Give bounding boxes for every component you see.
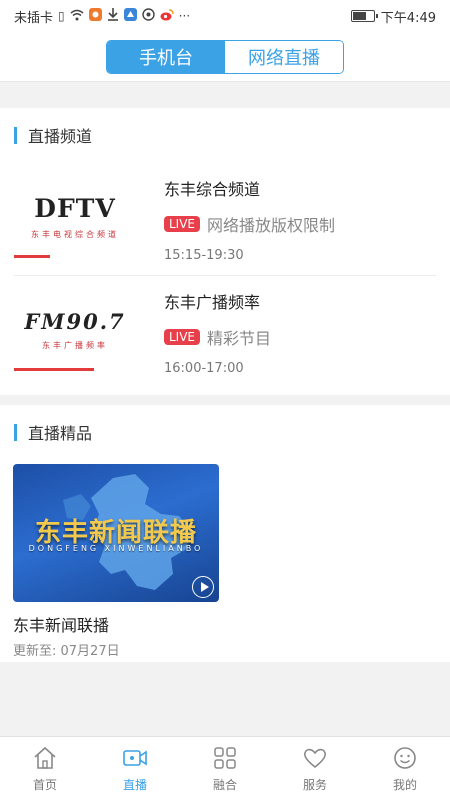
featured-thumbnail[interactable]: 东丰新闻联播 DONGFENG XINWENLIANBO	[13, 464, 219, 602]
channel-item[interactable]: FM90.7 东丰广播频率 东丰广播频率 LIVE 精彩节目 16:00-17:…	[14, 277, 436, 389]
logo-underline	[14, 255, 50, 258]
featured-name: 东丰新闻联播	[13, 616, 110, 635]
heart-icon	[303, 748, 327, 768]
carrier-text: 未插卡	[14, 10, 54, 26]
logo-text: FM90.7	[24, 309, 126, 334]
channel-time: 15:15-19:30	[164, 248, 244, 263]
bottom-tab-bar: 首页 直播 融合 服务 我的	[0, 736, 450, 800]
channel-time: 16:00-17:00	[164, 361, 244, 376]
segmented-control: 手机台 网络直播	[106, 39, 344, 74]
battery-fill	[352, 12, 366, 20]
tab-label: 服务	[302, 777, 327, 792]
live-channels-section: 直播频道 DFTV 东丰电视综合频道 东丰综合频道 LIVE 网络播放版权限制 …	[0, 108, 450, 395]
tab-label: 融合	[212, 777, 237, 792]
section-title-featured: 直播精品	[14, 420, 92, 444]
status-bar: 未插卡 ▯ ··· 下午4:49	[0, 0, 450, 32]
app-blue-icon	[123, 8, 137, 24]
thumbnail-pinyin: DONGFENG XINWENLIANBO	[28, 544, 204, 553]
tab-home[interactable]: 首页	[0, 737, 90, 800]
tab-label: 首页	[32, 777, 57, 792]
download-icon	[107, 8, 119, 24]
tab-mine[interactable]: 我的	[360, 737, 450, 800]
grid-icon	[214, 746, 236, 769]
tab-mobile-station[interactable]: 手机台	[107, 40, 225, 73]
featured-section: 直播精品 东丰新闻联播 DONGFENG XINWENLIANBO 东丰新闻联播…	[0, 405, 450, 662]
sim-icon: ▯	[58, 9, 65, 23]
wifi-icon	[70, 9, 84, 24]
tab-label: 直播	[122, 777, 147, 792]
channel-desc: 网络播放版权限制	[207, 216, 336, 235]
app-orange-icon	[88, 8, 102, 24]
section-title-live-channels: 直播频道	[14, 123, 92, 147]
more-icon: ···	[178, 9, 191, 23]
logo-subtext: 东丰电视综合频道	[31, 230, 119, 239]
live-badge: LIVE	[164, 329, 201, 345]
tab-fusion[interactable]: 融合	[180, 737, 270, 800]
tab-live[interactable]: 直播	[90, 737, 180, 800]
top-bar: 手机台 网络直播	[0, 32, 450, 82]
channel-logo: DFTV 东丰电视综合频道	[14, 172, 136, 262]
live-badge: LIVE	[164, 216, 201, 232]
channel-logo: FM90.7 东丰广播频率	[14, 285, 136, 375]
camera-icon	[123, 749, 147, 766]
channel-item[interactable]: DFTV 东丰电视综合频道 东丰综合频道 LIVE 网络播放版权限制 15:15…	[14, 164, 436, 276]
smiley-icon	[394, 746, 416, 769]
channel-desc: 精彩节目	[207, 329, 272, 348]
battery-icon	[350, 10, 378, 22]
tab-web-live[interactable]: 网络直播	[225, 40, 343, 73]
tab-label: 我的	[392, 777, 417, 792]
tab-service[interactable]: 服务	[270, 737, 360, 800]
featured-item[interactable]: 东丰新闻联播 DONGFENG XINWENLIANBO 东丰新闻联播 更新至:…	[13, 464, 219, 659]
home-icon	[34, 746, 56, 769]
logo-subtext: 东丰广播频率	[42, 341, 108, 350]
location-icon	[141, 8, 155, 24]
channel-name: 东丰广播频率	[164, 293, 261, 312]
play-icon[interactable]	[192, 576, 214, 598]
clock-text: 下午4:49	[380, 10, 436, 26]
featured-updated: 更新至: 07月27日	[13, 644, 120, 659]
channel-name: 东丰综合频道	[164, 180, 261, 199]
logo-text: DFTV	[34, 194, 116, 223]
weibo-icon	[160, 8, 174, 24]
logo-underline	[14, 368, 94, 371]
